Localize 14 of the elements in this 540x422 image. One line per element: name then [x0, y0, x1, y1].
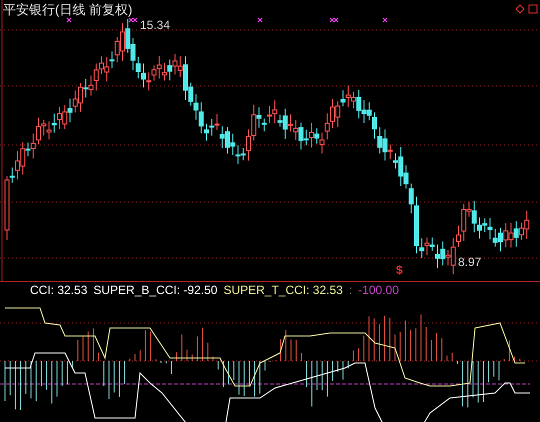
high-price-label: 15.34 — [140, 18, 170, 32]
legend-label: -100.00 — [358, 283, 399, 297]
legend-label: SUPER_B_CCI: -92.50 — [93, 283, 218, 297]
signal-marker-icon — [258, 18, 262, 22]
signal-marker-icon — [382, 18, 388, 22]
legend-label: SUPER_T_CCI: 32.53 — [223, 283, 343, 297]
buy-signal: $ — [396, 263, 403, 277]
legend-label: CCI: 32.53 — [30, 283, 88, 297]
chart-title: 平安银行(日线 前复权) — [3, 2, 132, 18]
square-icon — [528, 4, 538, 14]
legend-label: : — [348, 283, 352, 297]
low-price-label: 8.97 — [458, 255, 482, 269]
signal-marker-icon — [66, 18, 72, 22]
diamond-icon — [515, 4, 525, 14]
